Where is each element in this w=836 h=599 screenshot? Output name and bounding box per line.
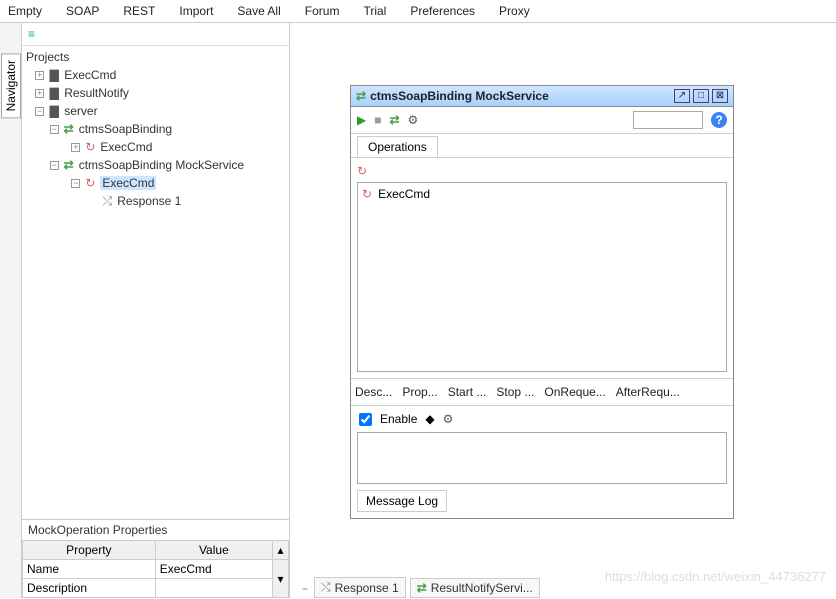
play-icon[interactable]: ▶ [357,113,366,127]
menu-trial[interactable]: Trial [363,4,386,18]
minimize-icon[interactable]: ↗ [674,89,690,103]
prop-button[interactable]: Prop... [402,385,437,399]
tree-item-binding-exec[interactable]: +↻ExecCmd [26,138,285,156]
tree-item-server[interactable]: −▇server [26,102,285,120]
refresh-icon[interactable]: ↻ [357,164,727,178]
eraser-icon[interactable]: ◆ [425,412,434,426]
close-icon[interactable]: ⊠ [712,89,728,103]
tab-response1[interactable]: ⤭Response 1 [314,577,406,598]
tree-item-binding[interactable]: −⇄ctmsSoapBinding [26,120,285,138]
menu-soap[interactable]: SOAP [66,4,99,18]
action-buttons: Desc... Prop... Start ... Stop ... OnReq… [351,378,733,406]
project-tree[interactable]: Projects +▇ExecCmd +▇ResultNotify −▇serv… [22,46,289,519]
menu-forum[interactable]: Forum [305,4,340,18]
log-box[interactable] [357,432,727,484]
tree-item-mockservice[interactable]: −⇄ctmsSoapBinding MockService [26,156,285,174]
maximize-icon[interactable]: □ [693,89,709,103]
tree-item-resultnotify[interactable]: +▇ResultNotify [26,84,285,102]
onrequest-button[interactable]: OnReque... [544,385,605,399]
properties-panel: MockOperation Properties Property Value … [22,519,289,598]
menu-proxy[interactable]: Proxy [499,4,530,18]
transfer-icon[interactable]: ⇄ [389,113,399,127]
menu-preferences[interactable]: Preferences [410,4,475,18]
response-icon: ⤭ [321,580,331,595]
operations-list[interactable]: ↻ ExecCmd [357,182,727,372]
content-area: ⇄ ctmsSoapBinding MockService ↗ □ ⊠ ▶ ■ … [290,23,836,598]
service-icon: ⇄ [417,581,427,595]
tree-root[interactable]: Projects [26,48,285,66]
watermark: https://blog.csdn.net/weixin_44736277 [605,569,826,584]
dash-label: -- [302,581,306,595]
menu-empty[interactable]: Empty [8,4,42,18]
gear-icon[interactable]: ⚙ [408,113,419,127]
bottom-tabs: -- ⤭Response 1 ⇄ResultNotifyServi... [298,577,540,598]
tabs: Operations [351,134,733,158]
enable-row: Enable ◆ ⚙ [351,406,733,432]
table-row[interactable]: Description [23,579,289,598]
window-toolbar: ▶ ■ ⇄ ⚙ ? [351,107,733,134]
start-button[interactable]: Start ... [448,385,487,399]
properties-title: MockOperation Properties [22,520,289,540]
sidebar: ≡ Projects +▇ExecCmd +▇ResultNotify −▇se… [22,23,290,598]
tree-item-mock-exec[interactable]: −↻ExecCmd [26,174,285,192]
list-icon[interactable]: ≡ [28,27,35,41]
tree-item-execcmd[interactable]: +▇ExecCmd [26,66,285,84]
tab-operations[interactable]: Operations [357,136,438,157]
window-title: ctmsSoapBinding MockService [370,89,671,103]
col-property[interactable]: Property [23,541,156,560]
table-row[interactable]: NameExecCmd▾ [23,560,289,579]
menubar: Empty SOAP REST Import Save All Forum Tr… [0,0,836,23]
menu-rest[interactable]: REST [123,4,155,18]
stop-button[interactable]: Stop ... [496,385,534,399]
service-icon: ⇄ [356,89,366,103]
log-gear-icon[interactable]: ⚙ [443,412,454,426]
menu-import[interactable]: Import [179,4,213,18]
window-titlebar[interactable]: ⇄ ctmsSoapBinding MockService ↗ □ ⊠ [351,86,733,107]
afterrequest-button[interactable]: AfterRequ... [616,385,680,399]
navigator-tab[interactable]: Navigator [0,23,22,598]
list-item[interactable]: ↻ ExecCmd [362,187,722,201]
sidebar-toolbar: ≡ [22,23,289,46]
stop-icon[interactable]: ■ [374,113,381,127]
message-log-tab[interactable]: Message Log [357,490,727,512]
filter-input[interactable] [633,111,703,129]
operation-icon: ↻ [362,187,372,201]
navigator-label: Navigator [1,53,21,118]
desc-button[interactable]: Desc... [355,385,392,399]
col-value[interactable]: Value [155,541,272,560]
enable-label: Enable [380,412,417,426]
help-icon[interactable]: ? [711,112,727,128]
mockservice-window: ⇄ ctmsSoapBinding MockService ↗ □ ⊠ ▶ ■ … [350,85,734,519]
menu-save-all[interactable]: Save All [237,4,280,18]
tab-resultnotify[interactable]: ⇄ResultNotifyServi... [410,578,540,598]
scroll-down-icon[interactable]: ▾ [273,560,289,598]
operation-label: ExecCmd [378,187,430,201]
scroll-up-icon[interactable]: ▴ [273,541,289,560]
tree-item-response1[interactable]: ⤭Response 1 [26,192,285,210]
enable-checkbox[interactable] [359,413,372,426]
properties-table: Property Value ▴ NameExecCmd▾ Descriptio… [22,540,289,598]
